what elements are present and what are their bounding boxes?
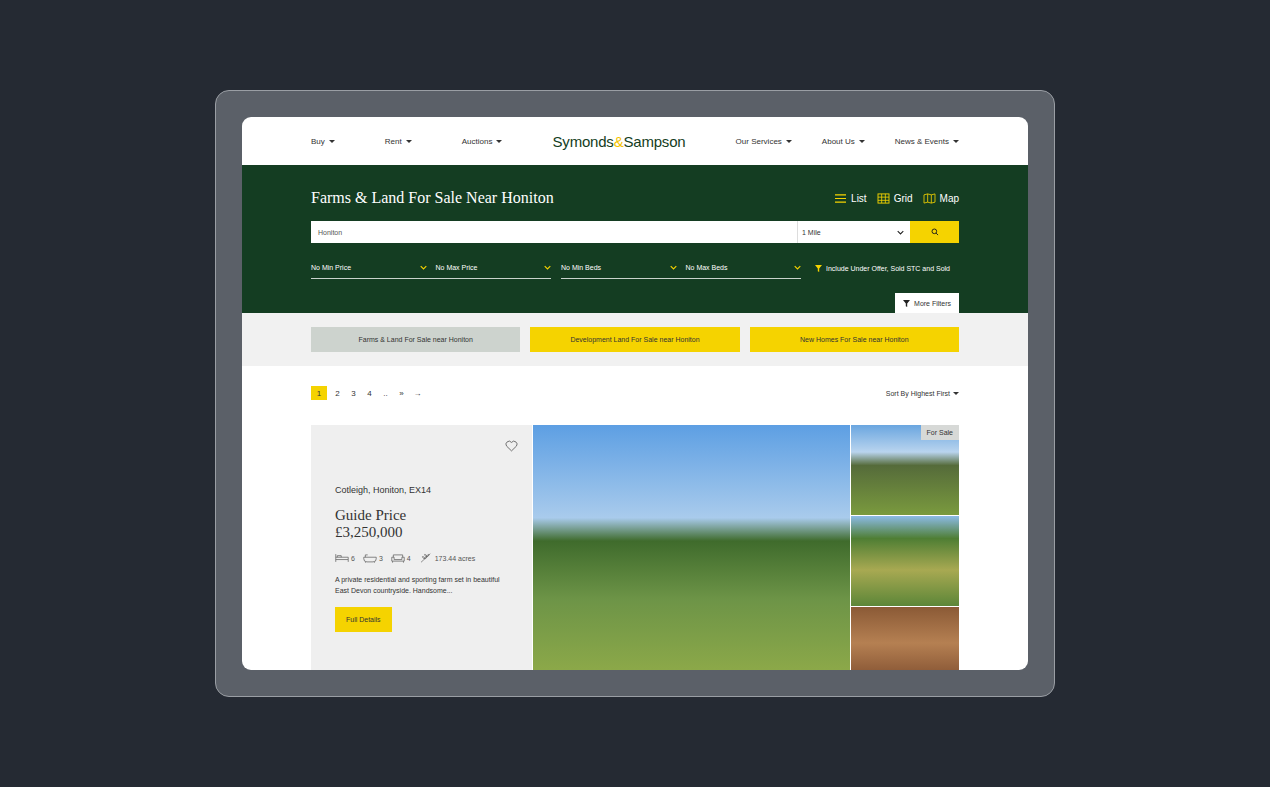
page-link[interactable]: 2 — [332, 386, 343, 400]
search-button[interactable] — [910, 221, 959, 243]
list-icon — [834, 193, 847, 204]
tablet-frame: Buy Rent Auctions Symonds&Sampson Our Servic… — [215, 90, 1055, 697]
page-link[interactable]: » — [396, 386, 407, 400]
nav-item[interactable]: Auctions — [462, 137, 503, 146]
listing-price: Guide Price£3,250,000 — [335, 507, 508, 541]
pagination: 1234.. » → — [311, 386, 423, 400]
logo[interactable]: Symonds&Sampson — [553, 133, 686, 150]
stat: 4 — [391, 553, 411, 563]
heart-icon[interactable] — [505, 440, 518, 452]
more-filters-button[interactable]: More Filters — [895, 293, 959, 313]
sofa-icon — [391, 553, 405, 563]
filter-icon — [815, 265, 822, 272]
search-icon — [931, 228, 939, 236]
page-link[interactable]: 4 — [364, 386, 375, 400]
caret-icon — [406, 140, 412, 143]
caret-icon — [859, 140, 865, 143]
listing-stats: 634 173.44 acres — [335, 553, 508, 563]
caret-icon — [496, 140, 502, 143]
bed-icon — [335, 553, 349, 563]
map-icon — [923, 193, 936, 204]
listing-description: A private residential and sporting farm … — [335, 574, 508, 596]
listing-address: Cotleigh, Honiton, EX14 — [335, 485, 508, 495]
caret-icon — [953, 140, 959, 143]
top-nav: Buy Rent Auctions Symonds&Sampson Our Servic… — [242, 117, 1028, 165]
thumbnail-photo[interactable] — [851, 607, 959, 670]
quick-links: Farms & Land For Sale near Honiton Develo… — [242, 313, 1028, 366]
filter-select[interactable]: No Min Price — [311, 257, 427, 278]
filter-select[interactable]: No Max Beds — [686, 257, 802, 278]
full-details-button[interactable]: Full Details — [335, 607, 392, 632]
screen: Buy Rent Auctions Symonds&Sampson Our Servic… — [242, 117, 1028, 670]
grid-icon — [877, 193, 890, 204]
nav-item[interactable]: Our Services — [736, 137, 792, 146]
caret-icon — [329, 140, 335, 143]
include-sold-toggle[interactable]: Include Under Offer, Sold STC and Sold — [811, 257, 950, 279]
nav-item[interactable]: News & Events — [895, 137, 959, 146]
view-option[interactable]: List — [834, 193, 867, 204]
page: Buy Rent Auctions Symonds&Sampson Our Servic… — [0, 0, 1270, 787]
quick-link-button[interactable]: Development Land For Sale near Honiton — [530, 327, 739, 352]
sort-select[interactable]: Sort By Highest First — [886, 390, 959, 397]
filter-group: No Min Price No Max Price — [311, 257, 551, 279]
nav-left: Buy Rent Auctions — [311, 137, 502, 146]
chevron-down-icon — [897, 230, 904, 235]
stat: 6 — [335, 553, 355, 563]
page-link[interactable]: 3 — [348, 386, 359, 400]
nav-item[interactable]: Rent — [385, 137, 412, 146]
radius-select[interactable]: 1 Mile — [797, 221, 910, 243]
search-header: Farms & Land For Sale Near Honiton List … — [242, 165, 1028, 313]
search-bar: Honiton1 Mile — [311, 221, 959, 243]
location-input[interactable]: Honiton — [311, 221, 797, 243]
filter-select[interactable]: No Max Price — [436, 257, 552, 278]
stat: 3 — [363, 553, 383, 563]
filter-select[interactable]: No Min Beds — [561, 257, 677, 278]
chevron-down-icon — [544, 265, 551, 270]
nav-right: Our Services About Us News & Events — [736, 137, 959, 146]
filter-icon — [903, 300, 910, 307]
filters-row: No Min Price No Max Price No Min Beds No Ma… — [311, 257, 959, 279]
view-option[interactable]: Map — [923, 193, 959, 204]
view-option[interactable]: Grid — [877, 193, 913, 204]
page-title: Farms & Land For Sale Near Honiton — [311, 189, 554, 207]
thumbnail-column: For Sale — [851, 425, 959, 670]
listing-card: Cotleigh, Honiton, EX14 Guide Price£3,250… — [311, 425, 959, 670]
caret-icon — [786, 140, 792, 143]
page-link[interactable]: → — [412, 386, 423, 400]
quick-link-button[interactable]: New Homes For Sale near Honiton — [750, 327, 959, 352]
page-link[interactable]: 1 — [311, 386, 327, 400]
caret-icon — [953, 392, 959, 395]
chevron-down-icon — [420, 265, 427, 270]
main-photo[interactable] — [533, 425, 850, 670]
thumbnail-photo[interactable] — [851, 516, 959, 606]
wheat-icon — [419, 553, 433, 563]
stat: 173.44 acres — [419, 553, 475, 563]
page-link[interactable]: .. — [380, 386, 391, 400]
view-toggle: List Grid Map — [834, 193, 959, 204]
quick-link-button[interactable]: Farms & Land For Sale near Honiton — [311, 327, 520, 352]
chevron-down-icon — [670, 265, 677, 270]
status-badge: For Sale — [921, 425, 959, 440]
filter-group: No Min Beds No Max Beds — [561, 257, 801, 279]
nav-item[interactable]: Buy — [311, 137, 335, 146]
listing-info: Cotleigh, Honiton, EX14 Guide Price£3,250… — [311, 425, 532, 670]
chevron-down-icon — [794, 265, 801, 270]
nav-item[interactable]: About Us — [822, 137, 865, 146]
bath-icon — [363, 553, 377, 563]
